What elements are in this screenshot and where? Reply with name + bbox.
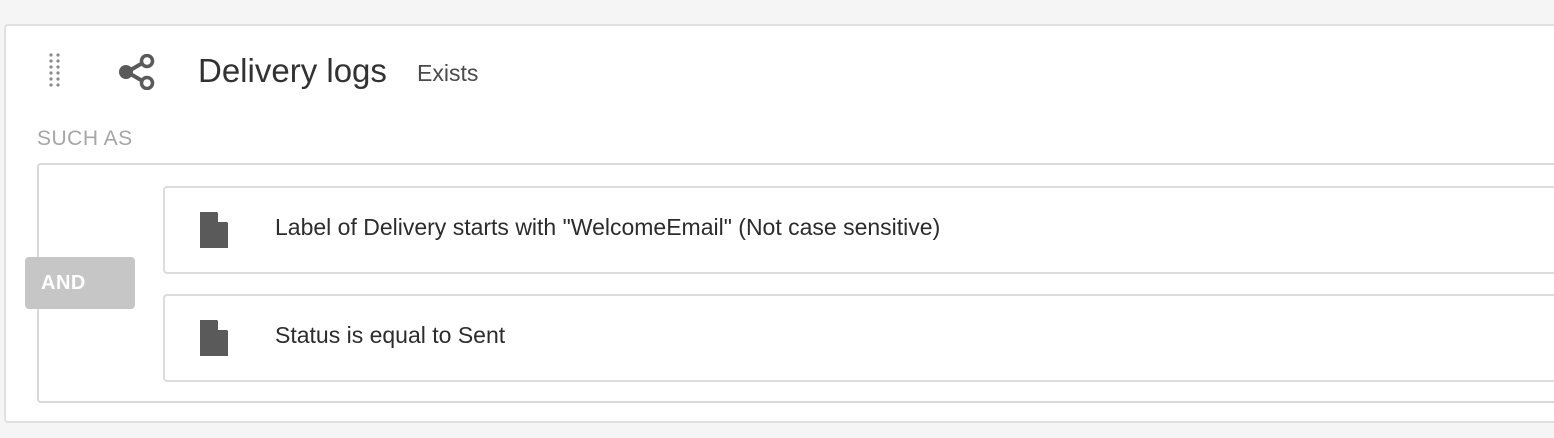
- and-operator-button[interactable]: AND: [25, 257, 135, 309]
- rule-row[interactable]: Label of Delivery starts with "WelcomeEm…: [163, 186, 1554, 274]
- document-icon: [200, 212, 228, 248]
- page-title: Delivery logs: [198, 52, 387, 89]
- rule-text: Label of Delivery starts with "WelcomeEm…: [275, 214, 941, 240]
- rule-row[interactable]: Status is equal to Sent: [163, 294, 1554, 382]
- such-as-label: SUCH AS: [37, 127, 133, 150]
- collection-filter-card: Delivery logs Exists SUCH AS AND Label o…: [4, 24, 1554, 423]
- document-icon: [200, 320, 228, 356]
- share-link-icon: [116, 53, 158, 91]
- drag-handle-icon[interactable]: [48, 52, 62, 90]
- condition-label[interactable]: Exists: [417, 60, 478, 87]
- rule-text: Status is equal to Sent: [275, 322, 506, 348]
